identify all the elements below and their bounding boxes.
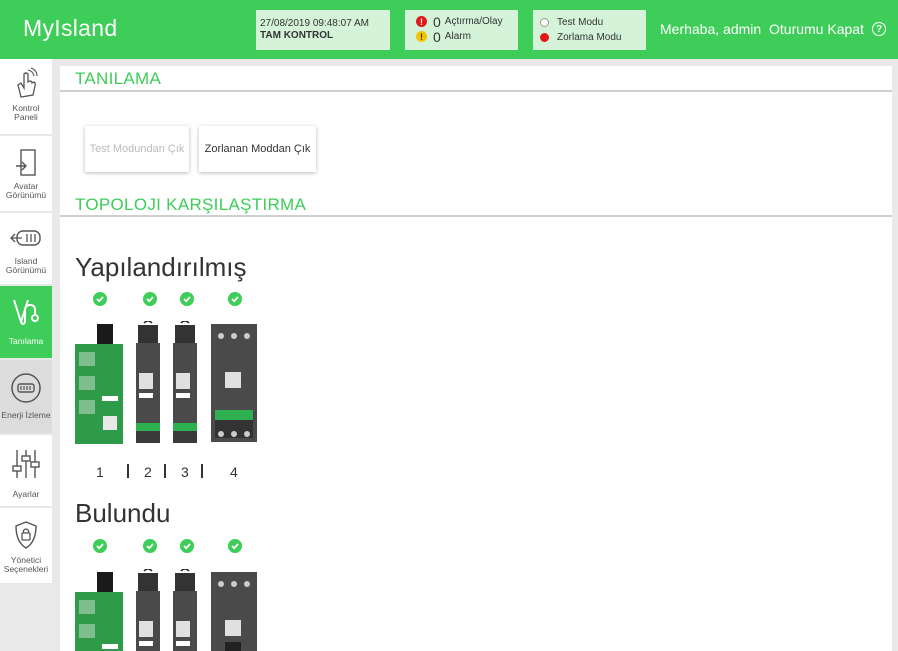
module-index-2: 2 — [144, 464, 152, 480]
datetime-box: 27/08/2019 09:48:07 AM TAM KONTROL — [256, 10, 390, 50]
alarm-row[interactable]: ! 0 Alarm — [416, 28, 518, 45]
found-module-1-image[interactable] — [75, 572, 125, 651]
logout-link[interactable]: Oturumu Kapat — [769, 21, 864, 37]
sidebar-item-label-2: Görünümü — [5, 265, 47, 275]
sidebar-item-control-panel[interactable]: Kontrol Paneli — [0, 59, 52, 135]
sidebar-item-island-view[interactable]: Island Görünümü — [0, 213, 52, 285]
alarm-box[interactable]: ! 0 Açtırma/Olay ! 0 Alarm — [405, 10, 518, 50]
check-icon — [228, 539, 242, 553]
shield-lock-icon — [15, 521, 37, 549]
module-index-1: 1 — [96, 464, 104, 480]
test-mode-row: Test Modu — [540, 15, 646, 30]
sidebar-item-label: Enerji İzleme — [1, 410, 51, 420]
user-greeting[interactable]: Merhaba, admin — [660, 21, 761, 37]
main-panel: TANILAMA Test Modundan Çık Zorlanan Modd… — [60, 66, 892, 651]
control-status: TAM KONTROL — [260, 30, 334, 41]
sidebar-item-diagnostics[interactable]: Tanılama — [0, 286, 52, 359]
module-2-image[interactable] — [136, 321, 160, 445]
configured-heading: Yapılandırılmış — [75, 252, 247, 282]
error-icon: ! — [416, 16, 427, 27]
sidebar-item-avatar-view[interactable]: Avatar Görünümü — [0, 136, 52, 212]
module-index-4: 4 — [230, 464, 238, 480]
help-icon[interactable]: ? — [872, 22, 886, 36]
check-icon — [93, 539, 107, 553]
module-3-image[interactable] — [173, 321, 197, 445]
top-bar: MyIsland 27/08/2019 09:48:07 AM TAM KONT… — [0, 0, 898, 59]
exit-forced-mode-button[interactable]: Zorlanan Moddan Çık — [199, 126, 316, 172]
divider — [60, 90, 892, 92]
forced-mode-row: Zorlama Modu — [540, 30, 646, 45]
divider — [60, 215, 892, 217]
diagnostics-title: TANILAMA — [75, 69, 162, 88]
found-heading: Bulundu — [75, 498, 171, 528]
module-1-image[interactable] — [75, 324, 125, 444]
check-icon — [143, 539, 157, 553]
found-module-3-image[interactable] — [173, 569, 197, 651]
sidebar-item-label-2: Paneli — [14, 112, 38, 122]
topology-title: TOPOLOJI KARŞILAŞTIRMA — [75, 195, 307, 214]
sidebar-item-label-2: Görünümü — [5, 190, 47, 200]
index-separator — [201, 464, 203, 478]
found-module-4-image[interactable] — [211, 572, 257, 651]
module-index-3: 3 — [181, 464, 189, 480]
sidebar: Kontrol Paneli Avatar Görünümü Island Gö… — [0, 59, 52, 651]
alarm-count: 0 — [433, 28, 441, 45]
sidebar-item-energy-monitoring[interactable]: Enerji İzleme — [0, 360, 52, 434]
trip-count: 0 — [433, 13, 441, 30]
sliders-icon — [12, 450, 40, 478]
warning-icon: ! — [416, 31, 427, 42]
module-4-image[interactable] — [211, 324, 257, 444]
sidebar-item-admin-options[interactable]: Yönetici Seçenekleri — [0, 508, 52, 584]
forced-mode-indicator-icon — [540, 33, 549, 42]
stethoscope-icon — [13, 299, 39, 325]
alarm-label: Alarm — [444, 31, 471, 42]
index-separator — [164, 464, 166, 478]
island-icon — [10, 230, 41, 246]
trip-row[interactable]: ! 0 Açtırma/Olay — [416, 13, 518, 30]
meter-icon — [11, 373, 41, 403]
index-separator — [127, 464, 129, 478]
test-mode-indicator-icon — [540, 18, 549, 27]
sidebar-item-label: Tanılama — [8, 336, 44, 346]
app-title: MyIsland — [23, 15, 118, 41]
trip-label: Açtırma/Olay — [444, 16, 503, 27]
check-icon — [228, 292, 242, 306]
exit-test-mode-button[interactable]: Test Modundan Çık — [85, 126, 189, 172]
datetime-text: 27/08/2019 09:48:07 AM — [260, 18, 369, 29]
found-module-2-image[interactable] — [136, 569, 160, 651]
forced-mode-label: Zorlama Modu — [557, 32, 622, 43]
avatar-icon — [16, 149, 36, 176]
sidebar-item-label: Ayarlar — [12, 489, 40, 499]
sidebar-item-label-2: Seçenekleri — [3, 564, 49, 574]
check-icon — [143, 292, 157, 306]
mode-box: Test Modu Zorlama Modu — [533, 10, 646, 50]
hand-icon — [17, 67, 38, 98]
test-mode-label: Test Modu — [557, 17, 604, 28]
check-icon — [180, 539, 194, 553]
check-icon — [180, 292, 194, 306]
check-icon — [93, 292, 107, 306]
sidebar-item-settings[interactable]: Ayarlar — [0, 435, 52, 507]
